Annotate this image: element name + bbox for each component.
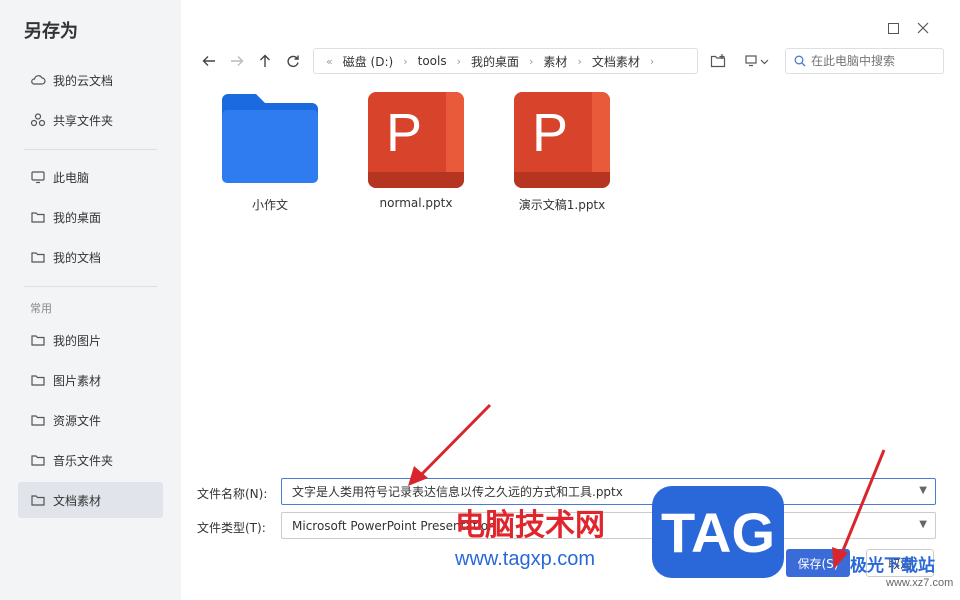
sidebar-item-music-folder[interactable]: 音乐文件夹	[18, 442, 163, 478]
up-button[interactable]	[255, 51, 275, 71]
sidebar-item-doc-materials[interactable]: 文档素材	[18, 482, 163, 518]
new-folder-icon	[710, 54, 726, 68]
sidebar-divider	[24, 286, 157, 287]
sidebar-item-my-pictures[interactable]: 我的图片	[18, 322, 163, 358]
chevron-down-icon[interactable]: ▼	[919, 519, 927, 530]
file-name: normal.pptx	[379, 196, 453, 210]
dialog-title: 另存为	[24, 21, 78, 42]
file-name: 演示文稿1.pptx	[518, 198, 606, 212]
sidebar-item-label: 我的云文档	[53, 73, 114, 88]
search-box[interactable]	[785, 48, 944, 74]
file-item-pptx[interactable]: P 演示文稿1.pptx	[502, 92, 622, 222]
close-button[interactable]	[914, 19, 932, 37]
sidebar-item-label: 共享文件夹	[53, 113, 114, 128]
sidebar-item-label: 我的桌面	[53, 210, 102, 225]
sidebar-item-resource-files[interactable]: 资源文件	[18, 402, 163, 438]
sidebar-item-cloud-docs[interactable]: 我的云文档	[18, 62, 163, 98]
breadcrumb-item[interactable]: tools	[418, 54, 447, 68]
computer-icon	[30, 169, 46, 185]
folder-icon	[30, 412, 46, 428]
file-item-folder[interactable]: 小作文	[210, 92, 330, 222]
sidebar-section-label: 常用	[30, 302, 52, 315]
sidebar-item-my-desktop[interactable]: 我的桌面	[18, 199, 163, 235]
folder-icon	[222, 92, 318, 188]
watermark-corner-url: www.xz7.com	[886, 577, 954, 589]
search-input[interactable]	[811, 54, 931, 68]
folder-icon	[30, 209, 46, 225]
breadcrumb-item[interactable]: 磁盘 (D:)	[343, 53, 393, 70]
breadcrumb: « 磁盘 (D:) › tools › 我的桌面 › 素材 › 文档素材 ›	[313, 48, 698, 74]
new-folder-button[interactable]	[708, 50, 728, 72]
folder-icon	[30, 332, 46, 348]
share-folder-icon	[30, 112, 46, 128]
sidebar-divider	[24, 149, 157, 150]
forward-button[interactable]	[227, 51, 247, 71]
sidebar-item-label: 我的图片	[53, 333, 102, 348]
sidebar: 另存为 我的云文档 共享文件夹 此电脑 我的桌面 我的文档 常用 我的图片 图片…	[0, 0, 181, 600]
chevron-right-icon: ›	[456, 54, 461, 68]
close-icon	[917, 22, 929, 34]
folder-icon	[30, 249, 46, 265]
sidebar-item-label: 资源文件	[53, 413, 102, 428]
sidebar-item-label: 文档素材	[53, 493, 102, 508]
cloud-icon	[30, 72, 46, 88]
folder-icon	[30, 492, 46, 508]
arrow-left-icon	[202, 56, 215, 66]
back-button[interactable]	[199, 51, 219, 71]
arrow-up-icon	[260, 54, 270, 67]
annotation-arrow	[408, 403, 492, 486]
watermark-logo: TAG	[652, 486, 784, 578]
maximize-icon	[887, 22, 899, 34]
sidebar-item-label: 此电脑	[53, 170, 90, 185]
monitor-icon	[744, 55, 757, 67]
chevron-down-icon	[760, 59, 768, 64]
breadcrumb-item[interactable]: 文档素材	[592, 53, 640, 70]
chevrons-left-icon[interactable]: «	[326, 55, 333, 68]
watermark-site-name: 电脑技术网	[455, 509, 605, 542]
chevron-right-icon: ›	[403, 54, 408, 68]
pptx-icon: P	[514, 92, 610, 188]
sidebar-item-label: 音乐文件夹	[53, 453, 114, 468]
annotation-arrow	[832, 449, 886, 569]
sidebar-item-picture-materials[interactable]: 图片素材	[18, 362, 163, 398]
file-item-pptx[interactable]: P normal.pptx	[356, 92, 476, 222]
chevron-right-icon: ›	[649, 54, 655, 68]
search-icon	[794, 55, 806, 67]
maximize-button[interactable]	[884, 19, 902, 37]
chevron-right-icon: ›	[577, 54, 582, 68]
chevron-down-icon[interactable]: ▼	[919, 485, 927, 496]
arrow-right-icon	[231, 56, 244, 66]
sidebar-item-my-documents[interactable]: 我的文档	[18, 239, 163, 275]
filetype-label: 文件类型(T):	[197, 521, 266, 535]
chevron-right-icon: ›	[529, 54, 534, 68]
refresh-button[interactable]	[283, 51, 303, 71]
file-name: 小作文	[251, 198, 288, 212]
breadcrumb-item[interactable]: 我的桌面	[471, 53, 519, 70]
sidebar-item-this-pc[interactable]: 此电脑	[18, 159, 163, 195]
view-mode-button[interactable]	[740, 50, 772, 72]
sidebar-item-label: 我的文档	[53, 250, 102, 265]
sidebar-item-label: 图片素材	[53, 373, 102, 388]
refresh-icon	[287, 55, 299, 68]
folder-icon	[30, 372, 46, 388]
filename-label: 文件名称(N):	[197, 487, 268, 501]
sidebar-item-shared-folder[interactable]: 共享文件夹	[18, 102, 163, 138]
breadcrumb-item[interactable]: 素材	[543, 53, 567, 70]
folder-icon	[30, 452, 46, 468]
pptx-icon: P	[368, 92, 464, 188]
watermark-site-url: www.tagxp.com	[455, 548, 596, 570]
